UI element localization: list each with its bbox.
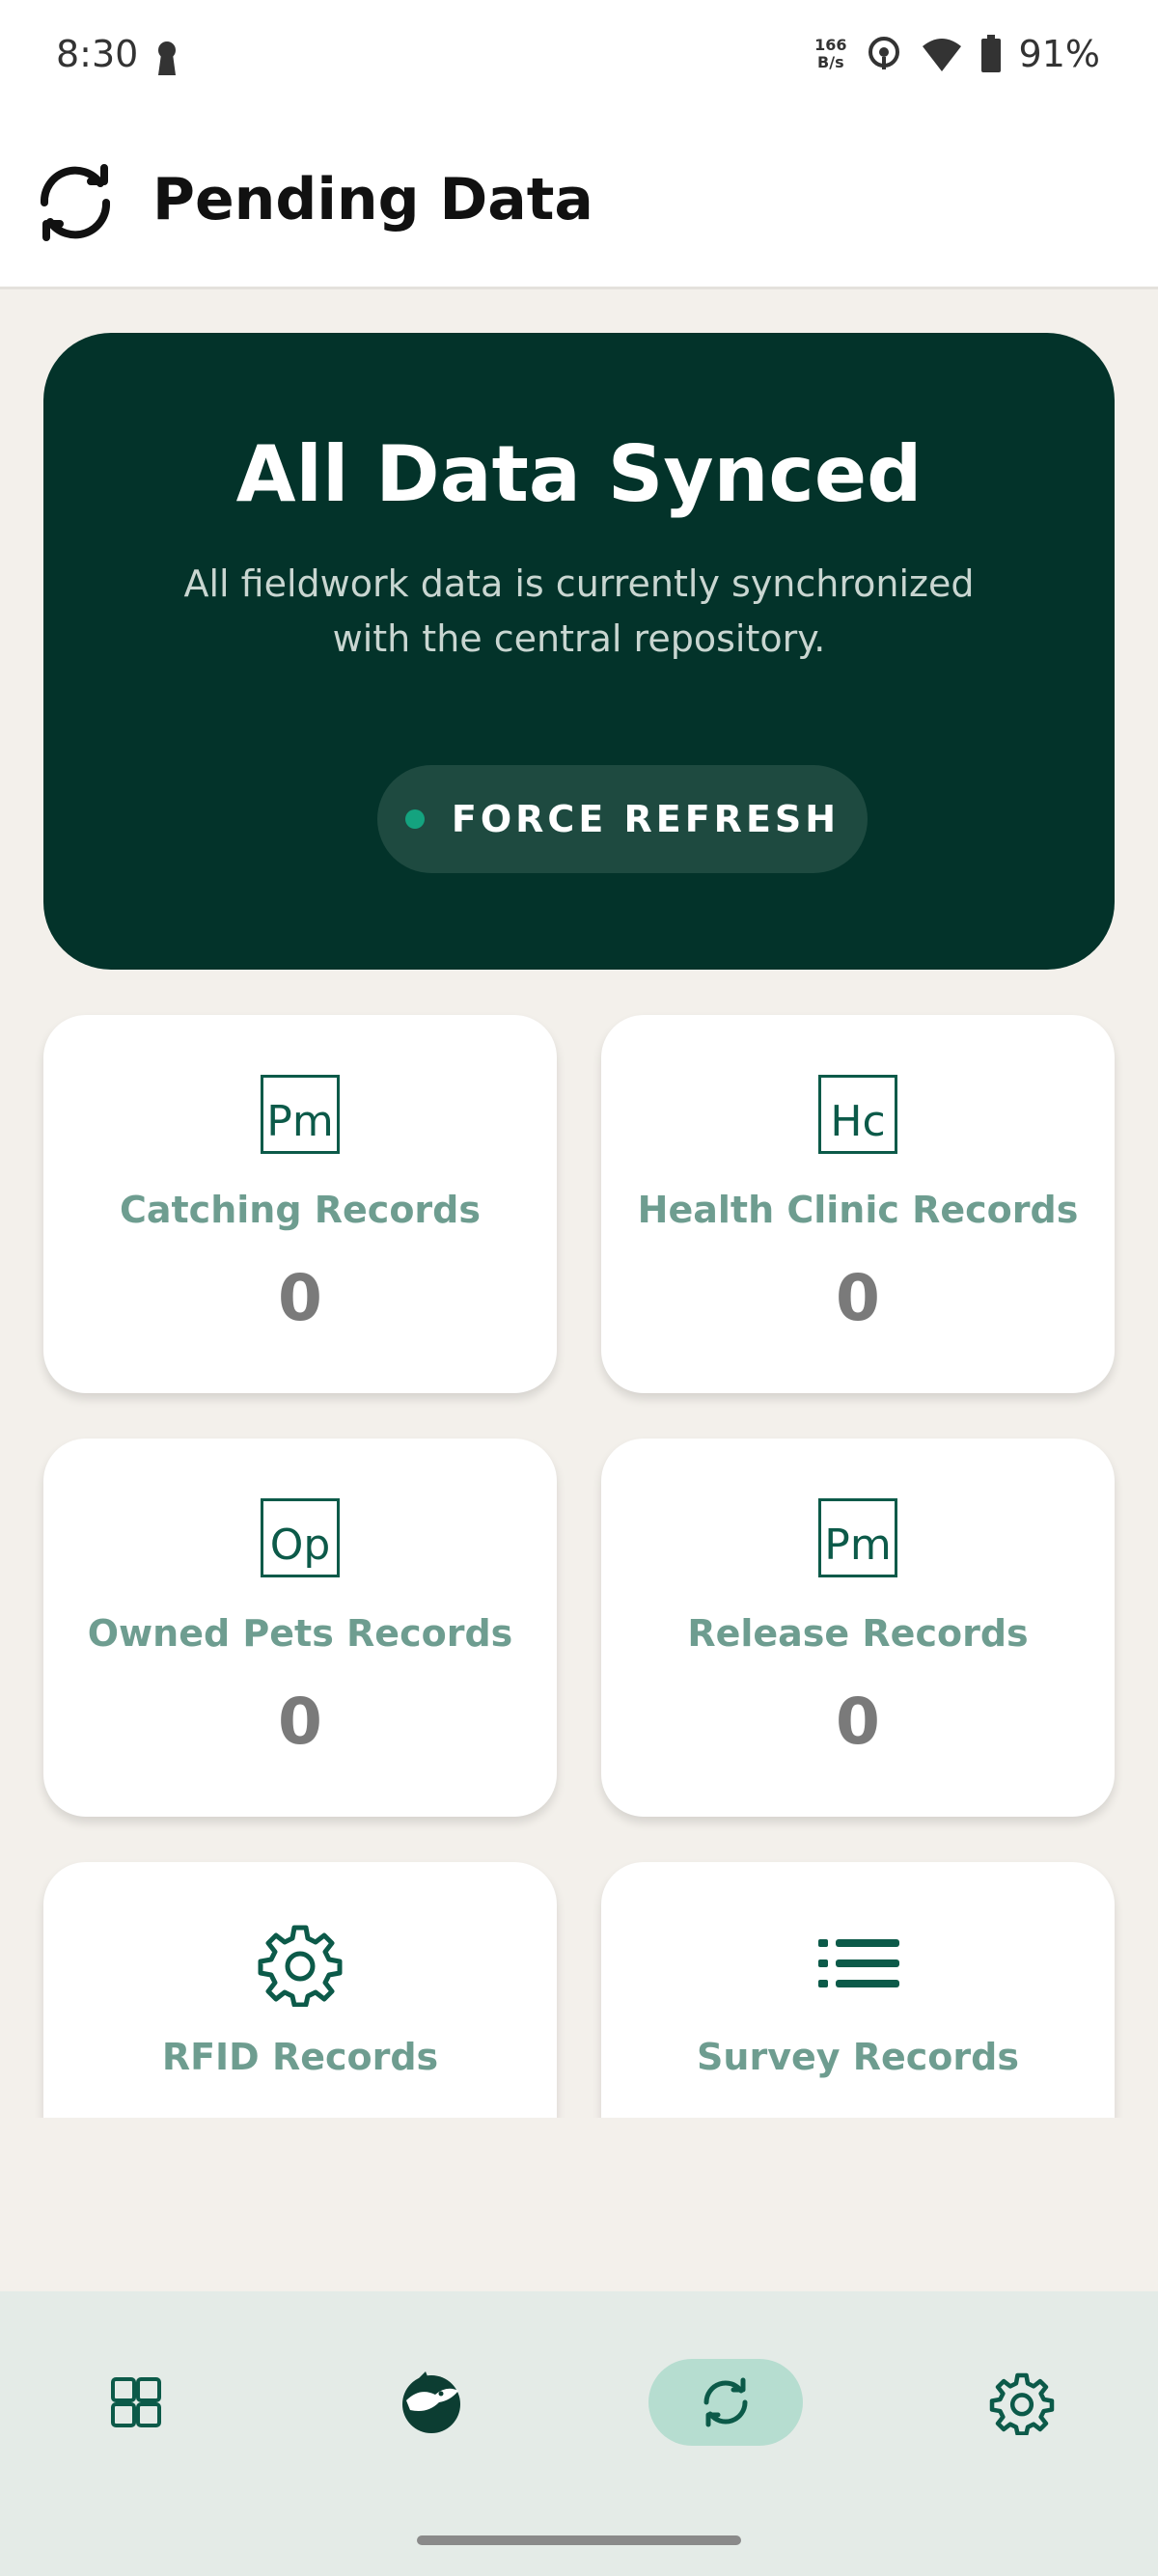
records-grid[interactable]: Pm Catching Records 0 Hc Health Clinic R… [0, 994, 1158, 2118]
network-speed: 166 B/s [814, 36, 847, 71]
card-label: Survey Records [697, 2036, 1019, 2078]
nav-settings[interactable] [945, 2359, 1099, 2446]
logo-icon [402, 2371, 460, 2433]
force-refresh-label: FORCE REFRESH [451, 798, 841, 840]
card-label: RFID Records [161, 2036, 439, 2078]
owned-pets-records-card[interactable]: Op Owned Pets Records 0 [43, 1439, 557, 1817]
owned-pets-records-icon: Op [261, 1498, 340, 1577]
card-label: Catching Records [119, 1189, 481, 1231]
sync-icon [703, 2377, 748, 2427]
rfid-records-card[interactable]: RFID Records [43, 1862, 557, 2118]
card-label: Health Clinic Records [637, 1189, 1079, 1231]
nav-sync[interactable] [648, 2359, 803, 2446]
status-bar: 8:30 166 B/s 91% [0, 0, 1158, 116]
release-records-card[interactable]: Pm Release Records 0 [601, 1439, 1115, 1817]
nav-home-logo[interactable] [354, 2359, 509, 2446]
card-count: 0 [836, 1685, 880, 1759]
settings-icon [989, 2372, 1055, 2435]
page-title: Pending Data [152, 166, 593, 233]
dashboard-icon [111, 2377, 161, 2427]
battery-percent: 91% [1018, 33, 1100, 75]
release-records-icon: Pm [818, 1498, 897, 1577]
force-refresh-button[interactable]: FORCE REFRESH [377, 765, 868, 873]
card-label: Release Records [687, 1612, 1029, 1655]
list-icon [818, 1939, 899, 1987]
battery-icon [980, 35, 1001, 72]
status-time: 8:30 [56, 33, 139, 75]
catching-records-card[interactable]: Pm Catching Records 0 [43, 1015, 557, 1393]
app-bar: Pending Data [0, 116, 1158, 289]
keyhole-icon [158, 41, 176, 75]
nav-dashboard[interactable] [59, 2359, 213, 2446]
sync-status-subtitle: All fieldwork data is currently synchron… [183, 562, 975, 660]
sync-status-title: All Data Synced [235, 429, 923, 519]
home-indicator[interactable] [417, 2535, 741, 2545]
card-label: Owned Pets Records [87, 1612, 513, 1655]
sync-icon [40, 164, 111, 241]
catching-records-icon: Pm [261, 1075, 340, 1154]
bottom-navigation [0, 2291, 1158, 2576]
wifi-icon [922, 39, 961, 71]
hotspot-icon [868, 37, 899, 69]
card-count: 0 [278, 1685, 322, 1759]
health-clinic-records-icon: Hc [818, 1075, 897, 1154]
status-dot-icon [404, 809, 425, 829]
health-clinic-records-card[interactable]: Hc Health Clinic Records 0 [601, 1015, 1115, 1393]
card-count: 0 [836, 1261, 880, 1335]
gear-icon [258, 1925, 343, 2007]
status-indicators: 166 B/s 91% [814, 33, 1100, 75]
survey-records-card[interactable]: Survey Records [601, 1862, 1115, 2118]
card-count: 0 [278, 1261, 322, 1335]
sync-status-card: All Data Synced All fieldwork data is cu… [43, 333, 1115, 970]
